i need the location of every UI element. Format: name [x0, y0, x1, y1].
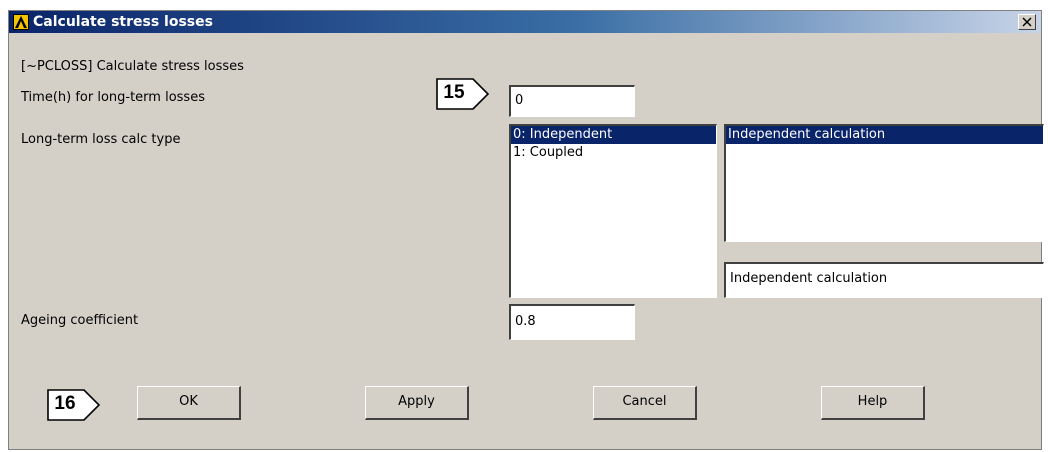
- help-button[interactable]: Help: [821, 386, 925, 420]
- loss-type-list[interactable]: 0: Independent 1: Coupled: [509, 124, 717, 298]
- ageing-field-label: Ageing coefficient: [21, 313, 139, 328]
- time-input[interactable]: 0: [509, 85, 635, 117]
- ageing-input[interactable]: 0.8: [509, 304, 635, 340]
- loss-type-description-list[interactable]: Independent calculation: [724, 124, 1044, 242]
- close-icon: [1022, 17, 1032, 27]
- loss-type-selected-field[interactable]: Independent calculation: [724, 262, 1044, 298]
- ok-button[interactable]: OK: [137, 386, 241, 420]
- step-16-callout: 16: [47, 389, 101, 421]
- title-bar[interactable]: Calculate stress losses: [9, 11, 1041, 33]
- time-field-label: Time(h) for long-term losses: [21, 90, 205, 105]
- list-item-independent[interactable]: 0: Independent: [511, 126, 716, 144]
- step-15-callout: 15: [436, 78, 490, 110]
- list-item-coupled[interactable]: 1: Coupled: [511, 144, 716, 162]
- list-item-independent-calculation[interactable]: Independent calculation: [726, 126, 1043, 144]
- cancel-button[interactable]: Cancel: [593, 386, 697, 420]
- close-button[interactable]: [1018, 14, 1036, 30]
- calculate-stress-losses-dialog: Calculate stress losses [~PCLOSS] Calcul…: [8, 10, 1044, 450]
- step-15-label: 15: [443, 82, 465, 103]
- window-title: Calculate stress losses: [33, 14, 213, 30]
- ansys-logo-icon: [13, 14, 29, 30]
- apply-button[interactable]: Apply: [365, 386, 469, 420]
- command-label: [~PCLOSS] Calculate stress losses: [21, 59, 244, 74]
- loss-type-label: Long-term loss calc type: [21, 132, 181, 147]
- step-16-label: 16: [54, 393, 76, 414]
